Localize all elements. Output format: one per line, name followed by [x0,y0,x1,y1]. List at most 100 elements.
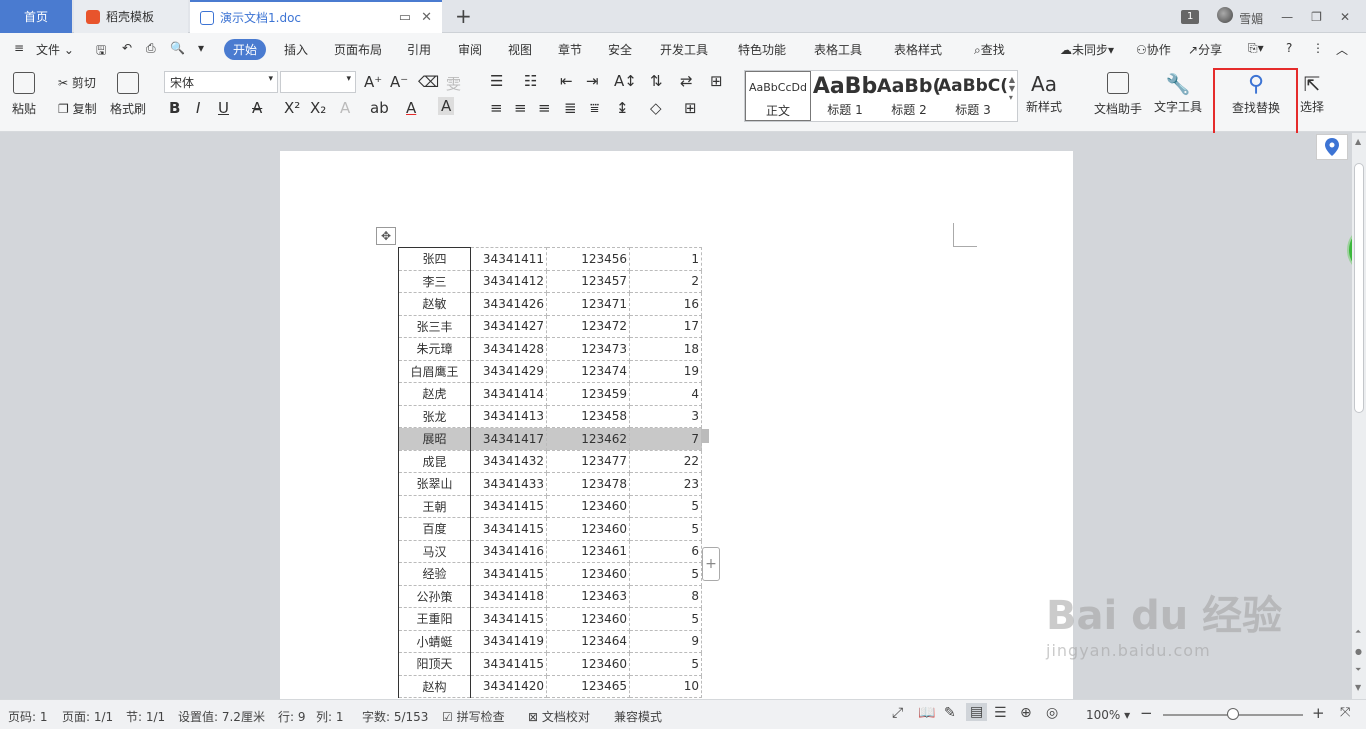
menu-developer[interactable]: 开发工具 [660,41,708,58]
table-cell[interactable]: 5 [629,517,702,541]
shading-icon[interactable]: ◇ [650,99,662,117]
table-cell[interactable]: 123473 [546,337,630,361]
table-cell[interactable]: 34341429 [470,359,547,383]
table-cell[interactable]: 5 [629,652,702,676]
style-heading-2[interactable]: AaBb( 标题 2 [877,71,941,121]
text-tools-button[interactable]: 🔧 文字工具 [1154,72,1202,115]
more-options-icon[interactable]: ⋮ [1312,41,1324,55]
outline-view-icon[interactable]: ☰ [994,705,1007,721]
zoom-out-icon[interactable]: − [1140,704,1153,722]
table-cell[interactable]: 34341432 [470,449,547,473]
data-table[interactable]: 张四 34341411 123456 1 李三 34341412 123457 2 赵敏 3434… [398,247,702,698]
table-cell[interactable]: 123459 [546,382,630,406]
table-row[interactable]: 白眉鹰王 34341429 123474 19 [398,359,702,383]
doc-proof-button[interactable]: ⊠ 文档校对 [528,708,590,725]
table-grid-icon[interactable]: ⊞ [710,72,723,90]
table-cell[interactable]: 张三丰 [398,314,471,338]
table-cell[interactable]: 123460 [546,652,630,676]
italic-icon[interactable]: I [196,99,200,117]
table-cell[interactable]: 34341412 [470,269,547,293]
float-window-icon[interactable]: ▭ [399,10,411,25]
table-cell[interactable]: 34341415 [470,607,547,631]
table-cell[interactable]: 34341433 [470,472,547,496]
table-cell[interactable]: 123478 [546,472,630,496]
scroll-down-icon[interactable]: ▼ [1355,683,1361,692]
menu-insert[interactable]: 插入 [284,41,308,58]
table-cell[interactable]: 34341417 [470,427,547,451]
quick-access-dropdown-icon[interactable]: ▾ [198,41,204,55]
status-words[interactable]: 字数: 5/153 [362,708,428,725]
tab-template[interactable]: 稻壳模板 [74,0,188,33]
table-cell[interactable]: 123464 [546,629,630,653]
table-cell[interactable]: 5 [629,607,702,631]
add-column-button[interactable]: + [702,547,720,581]
location-pin-icon[interactable] [1316,134,1348,160]
decrease-indent-icon[interactable]: ⇤ [560,72,573,90]
text-direction-icon[interactable]: A↕ [614,72,637,90]
menu-reference[interactable]: 引用 [407,41,431,58]
table-cell[interactable]: 34341415 [470,494,547,518]
table-cell[interactable]: 123461 [546,539,630,563]
doc-assistant-button[interactable]: 文档助手 [1094,72,1142,117]
strikethrough-icon[interactable]: A [252,99,262,117]
table-cell[interactable]: 5 [629,494,702,518]
table-cell[interactable]: 17 [629,314,702,338]
table-cell[interactable]: 34341426 [470,292,547,316]
minimize-icon[interactable]: — [1281,10,1293,24]
select-button[interactable]: ⇱ 选择 [1300,72,1324,115]
status-pages[interactable]: 页面: 1/1 [62,708,113,725]
style-heading-3[interactable]: AaBbC( 标题 3 [938,71,1008,121]
table-cell[interactable]: 赵敏 [398,292,471,316]
table-cell[interactable]: 16 [629,292,702,316]
scroll-prev-page-icon[interactable]: ⏶ [1355,627,1361,637]
scroll-next-page-icon[interactable]: ⏷ [1355,665,1361,675]
table-cell[interactable]: 34341419 [470,629,547,653]
user-account[interactable]: 雪媚 [1217,6,1263,27]
table-cell[interactable]: 123463 [546,584,630,608]
table-row[interactable]: 王朝 34341415 123460 5 [398,494,702,518]
undo-icon[interactable]: ↶ [122,41,132,55]
menu-start[interactable]: 开始 [224,39,267,60]
table-cell[interactable]: 张四 [398,247,471,271]
table-cell[interactable]: 34341413 [470,404,547,428]
table-move-handle[interactable]: ✥ [376,227,396,245]
menu-page-layout[interactable]: 页面布局 [334,41,382,58]
table-cell[interactable]: 百度 [398,517,471,541]
phonetic-icon[interactable]: 雯 [446,73,461,94]
table-cell[interactable]: 123460 [546,517,630,541]
table-cell[interactable]: 展昭 [398,427,471,451]
table-cell[interactable]: 123471 [546,292,630,316]
scroll-thumb[interactable] [1354,163,1364,413]
table-cell[interactable]: 马汉 [398,539,471,563]
paste-button[interactable]: 粘贴 [12,72,36,117]
page-view-icon[interactable]: ▤ [966,703,988,721]
write-mode-icon[interactable]: ✎ [944,705,956,721]
table-cell[interactable]: 123458 [546,404,630,428]
text-effect-icon[interactable]: A [340,99,350,117]
table-cell[interactable]: 小蜻蜓 [398,629,471,653]
table-cell[interactable]: 朱元璋 [398,337,471,361]
table-cell[interactable]: 123456 [546,247,630,271]
table-cell[interactable]: 23 [629,472,702,496]
eye-protection-icon[interactable]: ◎ [1046,705,1058,721]
table-cell[interactable]: 123460 [546,607,630,631]
style-heading-1[interactable]: AaBb 标题 1 [813,71,877,121]
cut-button[interactable]: ✂ 剪切 [58,74,96,91]
highlight-icon[interactable]: ab [370,99,389,117]
font-size-select[interactable]: ▾ [280,71,356,93]
table-row[interactable]: 展昭 34341417 123462 7 [398,427,702,451]
document-page[interactable]: ✥ 张四 34341411 123456 1 李三 34341412 123457 2 赵敏 34… [280,151,1073,711]
table-row[interactable]: 赵敏 34341426 123471 16 [398,292,702,316]
help-icon[interactable]: ? [1286,41,1292,55]
table-cell[interactable]: 123465 [546,674,630,698]
justify-icon[interactable]: ≣ [564,99,577,117]
status-row[interactable]: 行: 9 [278,708,306,725]
sort-icon[interactable]: ⇅ [650,72,663,90]
table-cell[interactable]: 公孙策 [398,584,471,608]
grow-font-icon[interactable]: A⁺ [364,73,382,91]
clear-format-icon[interactable]: ⌫ [418,73,439,91]
char-shading-icon[interactable]: A [438,97,455,115]
table-cell[interactable]: 123472 [546,314,630,338]
sync-status[interactable]: ☁未同步▾ [1060,41,1114,58]
table-cell[interactable]: 7 [629,427,702,451]
